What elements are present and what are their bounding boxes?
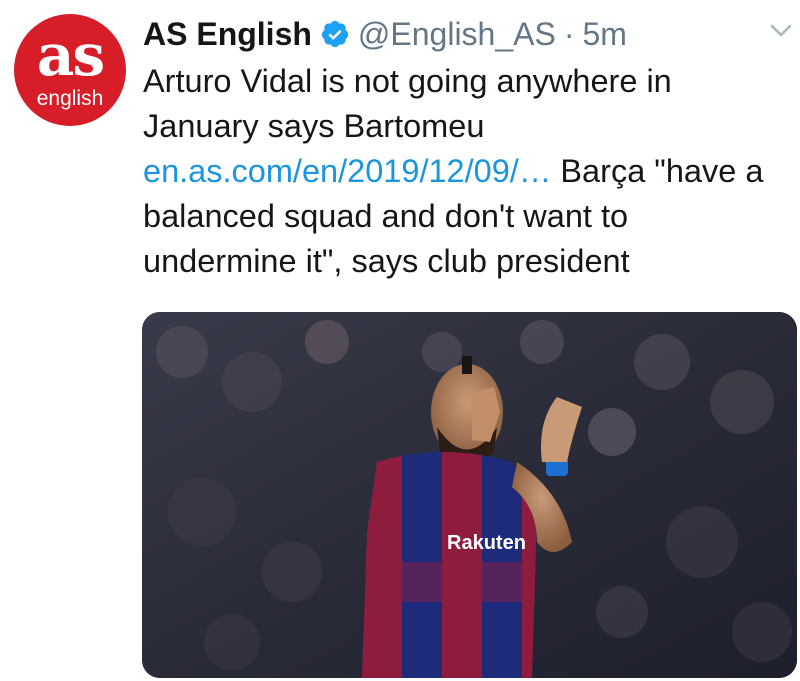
chevron-down-icon[interactable] <box>770 24 792 38</box>
avatar-logo-subtext: english <box>36 87 104 110</box>
user-handle[interactable]: @English_AS <box>358 16 556 53</box>
avatar[interactable]: as english <box>14 14 126 126</box>
header-separator: · <box>563 15 575 52</box>
photo-illustration: Rakuten <box>142 312 797 678</box>
tweet-text: Arturo Vidal is not going anywhere in Ja… <box>143 59 783 284</box>
tweet-photo[interactable]: Rakuten <box>142 312 797 678</box>
shirt-sponsor: Rakuten <box>447 532 526 554</box>
tweet-card[interactable]: as english AS English @English_AS · 5m A… <box>0 0 800 681</box>
avatar-logo-text: as <box>36 21 105 89</box>
verified-badge-icon <box>321 20 349 48</box>
display-name[interactable]: AS English <box>143 16 312 53</box>
timestamp[interactable]: 5m <box>582 16 626 53</box>
tweet-text-part-1: Arturo Vidal is not going anywhere in Ja… <box>143 63 672 144</box>
tweet-header: AS English @English_AS · 5m <box>143 12 627 56</box>
article-link[interactable]: en.as.com/en/2019/12/09/… <box>143 153 551 189</box>
